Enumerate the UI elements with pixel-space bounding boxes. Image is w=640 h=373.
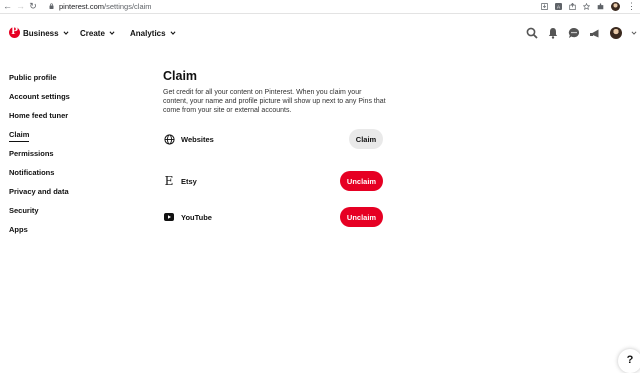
url-path: /settings/claim [104,2,152,11]
claim-row-etsy: E Etsy Unclaim [163,170,383,192]
browser-menu-icon[interactable]: ⋮ [627,0,636,13]
claim-row-websites: Websites Claim [163,128,383,150]
etsy-label: Etsy [181,176,197,186]
forward-icon[interactable]: → [16,0,25,13]
back-icon[interactable]: ← [3,0,12,13]
browser-toolbar: ← → ↻ pinterest.com/settings/claim A ⋮ [0,0,640,14]
youtube-icon [163,211,175,223]
account-chevron-icon[interactable] [631,30,637,36]
globe-icon [163,133,175,145]
etsy-icon: E [164,174,174,188]
extensions-puzzle-icon[interactable] [597,3,604,10]
url-domain: pinterest.com [59,2,105,11]
sidebar-item-account-settings[interactable]: Account settings [9,87,70,106]
bookmark-star-icon[interactable] [583,3,590,10]
sidebar-item-home-feed-tuner[interactable]: Home feed tuner [9,106,70,125]
address-bar[interactable]: pinterest.com/settings/claim [59,0,152,13]
pinterest-logo-icon[interactable]: P [9,27,20,38]
extensions-area: A ⋮ [541,0,636,13]
youtube-label: YouTube [181,212,212,222]
help-button[interactable]: ? [618,349,640,373]
menu-analytics-label: Analytics [130,28,166,38]
site-header: P Business Create Analytics [0,14,640,52]
reload-icon[interactable]: ↻ [29,0,37,13]
browser-nav: ← → ↻ [3,0,37,13]
install-icon[interactable] [541,3,548,10]
sidebar-item-claim[interactable]: Claim [9,125,70,144]
menu-analytics[interactable]: Analytics [130,26,176,40]
share-icon[interactable] [569,3,576,10]
updates-icon[interactable] [589,27,601,39]
claim-websites-button[interactable]: Claim [349,129,383,149]
sidebar-item-notifications[interactable]: Notifications [9,163,70,182]
sidebar-item-public-profile[interactable]: Public profile [9,68,70,87]
page-description: Get credit for all your content on Pinte… [163,89,386,114]
menu-create[interactable]: Create [80,26,115,40]
menu-business[interactable]: Business [23,26,69,40]
unclaim-etsy-button[interactable]: Unclaim [340,171,383,191]
unclaim-youtube-button[interactable]: Unclaim [340,207,383,227]
claim-row-youtube: YouTube Unclaim [163,206,383,228]
sidebar-item-security[interactable]: Security [9,201,70,220]
menu-create-label: Create [80,28,105,38]
messages-icon[interactable] [568,27,580,39]
websites-label: Websites [181,134,214,144]
sidebar-item-apps[interactable]: Apps [9,220,70,239]
notifications-icon[interactable] [547,27,559,39]
menu-business-label: Business [23,28,59,38]
page-title: Claim [163,69,198,83]
settings-sidebar: Public profile Account settings Home fee… [9,68,70,239]
sidebar-item-privacy-and-data[interactable]: Privacy and data [9,182,70,201]
chevron-down-icon [170,31,176,35]
claim-panel: Claim Get credit for all your content on… [163,68,388,115]
chevron-down-icon [109,31,115,35]
avatar[interactable] [610,27,622,39]
translate-icon[interactable]: A [555,3,562,10]
browser-profile-avatar[interactable] [611,2,620,11]
chevron-down-icon [63,31,69,35]
header-actions [526,24,637,42]
lock-icon[interactable] [49,3,54,9]
sidebar-item-permissions[interactable]: Permissions [9,144,70,163]
search-icon[interactable] [526,27,538,39]
